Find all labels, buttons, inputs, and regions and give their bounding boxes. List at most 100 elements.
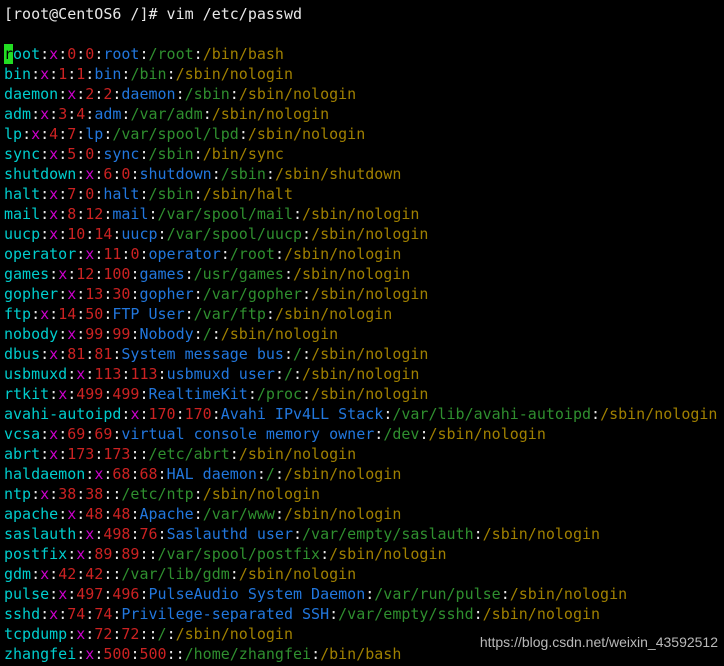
field-separator: : — [157, 225, 167, 243]
passwd-entry-line[interactable]: abrt:x:173:173::/etc/abrt:/sbin/nologin — [4, 444, 724, 464]
passwd-password-placeholder: x — [49, 425, 59, 443]
passwd-username: saslauth — [4, 525, 77, 543]
passwd-entry-line[interactable]: ftp:x:14:50:FTP User:/var/ftp:/sbin/nolo… — [4, 304, 724, 324]
field-separator: : — [211, 405, 221, 423]
passwd-entry-line[interactable]: mail:x:8:12:mail:/var/spool/mail:/sbin/n… — [4, 204, 724, 224]
passwd-entry-line[interactable]: sync:x:5:0:sync:/sbin:/bin/sync — [4, 144, 724, 164]
field-separator: : — [274, 245, 284, 263]
passwd-entry-line[interactable]: games:x:12:100:games:/usr/games:/sbin/no… — [4, 264, 724, 284]
passwd-gecos: sync — [103, 145, 140, 163]
field-separator: : — [193, 505, 203, 523]
passwd-password-placeholder: x — [49, 345, 59, 363]
passwd-uid: 74 — [67, 605, 86, 623]
passwd-entry-line[interactable]: operator:x:11:0:operator:/root:/sbin/nol… — [4, 244, 724, 264]
passwd-uid: 500 — [103, 645, 131, 663]
passwd-gid: 50 — [85, 305, 104, 323]
passwd-entry-line[interactable]: uucp:x:10:14:uucp:/var/spool/uucp:/sbin/… — [4, 224, 724, 244]
field-separator: : — [473, 605, 483, 623]
passwd-gid: 1 — [76, 65, 86, 83]
terminal-window[interactable]: [root@CentOS6 /]# vim /etc/passwd root:x… — [0, 0, 724, 666]
field-separator: : — [85, 65, 95, 83]
field-separator: : — [76, 505, 86, 523]
passwd-home-dir: /var/empty/saslauth — [302, 525, 474, 543]
field-separator: : — [58, 225, 68, 243]
field-separator: : — [40, 225, 50, 243]
passwd-shell: /sbin/nologin — [482, 525, 601, 543]
field-separator: : — [31, 565, 41, 583]
passwd-shell: /sbin/nologin — [274, 305, 393, 323]
passwd-password-placeholder: x — [67, 325, 77, 343]
passwd-shell: /sbin/nologin — [600, 405, 718, 423]
passwd-entry-line[interactable]: daemon:x:2:2:daemon:/sbin:/sbin/nologin — [4, 84, 724, 104]
passwd-gid: 0 — [85, 145, 95, 163]
passwd-shell: /sbin/nologin — [302, 205, 420, 223]
passwd-gecos: usbmuxd user — [166, 365, 275, 383]
passwd-home-dir: /root — [148, 45, 194, 63]
field-separator: : — [31, 485, 41, 503]
passwd-username: gopher — [4, 285, 59, 303]
passwd-entry-line[interactable]: vcsa:x:69:69:virtual console memory owne… — [4, 424, 724, 444]
passwd-entry-line[interactable]: root:x:0:0:root:/root:/bin/bash — [4, 44, 724, 64]
field-separator: : — [94, 265, 104, 283]
passwd-file-content[interactable]: root:x:0:0:root:/root:/bin/bash bin:x:1:1… — [4, 44, 724, 664]
field-separator: : — [58, 205, 68, 223]
field-separator: : — [40, 445, 50, 463]
field-separator: : — [94, 145, 104, 163]
passwd-entry-line[interactable]: pulse:x:497:496:PulseAudio System Daemon… — [4, 584, 724, 604]
field-separator: : — [76, 125, 86, 143]
passwd-entry-line[interactable]: postfix:x:89:89::/var/spool/postfix:/sbi… — [4, 544, 724, 564]
passwd-password-placeholder: x — [40, 565, 50, 583]
field-separator: : — [320, 545, 330, 563]
field-separator: : — [85, 425, 95, 443]
passwd-entry-line[interactable]: bin:x:1:1:bin:/bin:/sbin/nologin — [4, 64, 724, 84]
field-separator: : — [220, 245, 230, 263]
passwd-entry-line[interactable]: avahi-autoipd:x:170:170:Avahi IPv4LL Sta… — [4, 404, 724, 424]
passwd-gid: 499 — [112, 385, 140, 403]
field-separator: : — [229, 565, 239, 583]
passwd-uid: 69 — [67, 425, 86, 443]
passwd-entry-line[interactable]: nobody:x:99:99:Nobody:/:/sbin/nologin — [4, 324, 724, 344]
field-separator: : — [40, 425, 50, 443]
passwd-entry-line[interactable]: gdm:x:42:42::/var/lib/gdm:/sbin/nologin — [4, 564, 724, 584]
field-separator: : — [139, 45, 149, 63]
passwd-entry-line[interactable]: ntp:x:38:38::/etc/ntp:/sbin/nologin — [4, 484, 724, 504]
passwd-gecos: lp — [85, 125, 104, 143]
field-separator: : — [139, 145, 149, 163]
passwd-uid: 10 — [67, 225, 86, 243]
field-separator: : — [31, 305, 41, 323]
passwd-shell: /sbin/nologin — [302, 365, 420, 383]
passwd-entry-line[interactable]: shutdown:x:6:0:shutdown:/sbin:/sbin/shut… — [4, 164, 724, 184]
passwd-entry-line[interactable]: adm:x:3:4:adm:/var/adm:/sbin/nologin — [4, 104, 724, 124]
passwd-entry-line[interactable]: gopher:x:13:30:gopher:/var/gopher:/sbin/… — [4, 284, 724, 304]
field-separator: : — [193, 145, 203, 163]
passwd-uid: 170 — [148, 405, 176, 423]
passwd-entry-line[interactable]: tcpdump:x:72:72::/:/sbin/nologin — [4, 624, 724, 644]
passwd-entry-line[interactable]: rtkit:x:499:499:RealtimeKit:/proc:/sbin/… — [4, 384, 724, 404]
passwd-username: dbus — [4, 345, 41, 363]
passwd-entry-line[interactable]: lp:x:4:7:lp:/var/spool/lpd:/sbin/nologin — [4, 124, 724, 144]
passwd-entry-line[interactable]: saslauth:x:498:76:Saslauthd user:/var/em… — [4, 524, 724, 544]
passwd-home-dir: / — [202, 325, 212, 343]
field-separator: : — [76, 285, 86, 303]
passwd-entry-line[interactable]: haldaemon:x:68:68:HAL daemon:/:/sbin/nol… — [4, 464, 724, 484]
passwd-password-placeholder: x — [85, 245, 95, 263]
passwd-entry-line[interactable]: halt:x:7:0:halt:/sbin:/sbin/halt — [4, 184, 724, 204]
passwd-home-dir: /dev — [383, 425, 420, 443]
field-separator: : — [94, 165, 104, 183]
passwd-gid: 113 — [130, 365, 158, 383]
passwd-entry-line[interactable]: dbus:x:81:81:System message bus:/:/sbin/… — [4, 344, 724, 364]
field-separator: : — [76, 525, 86, 543]
passwd-gid: 500 — [139, 645, 167, 663]
passwd-gid: 4 — [76, 105, 86, 123]
passwd-gid: 170 — [184, 405, 212, 423]
passwd-gecos: RealtimeKit — [148, 385, 248, 403]
blank-separator-line — [4, 24, 724, 44]
passwd-entry-line[interactable]: zhangfei:x:500:500::/home/zhangfei:/bin/… — [4, 644, 724, 664]
passwd-entry-line[interactable]: apache:x:48:48:Apache:/var/www:/sbin/nol… — [4, 504, 724, 524]
passwd-entry-line[interactable]: usbmuxd:x:113:113:usbmuxd user:/:/sbin/n… — [4, 364, 724, 384]
passwd-home-dir: /var/empty/sshd — [338, 605, 474, 623]
field-separator: : — [94, 245, 104, 263]
field-separator: : — [31, 105, 41, 123]
passwd-entry-line[interactable]: sshd:x:74:74:Privilege-separated SSH:/va… — [4, 604, 724, 624]
passwd-gecos: uucp — [121, 225, 158, 243]
